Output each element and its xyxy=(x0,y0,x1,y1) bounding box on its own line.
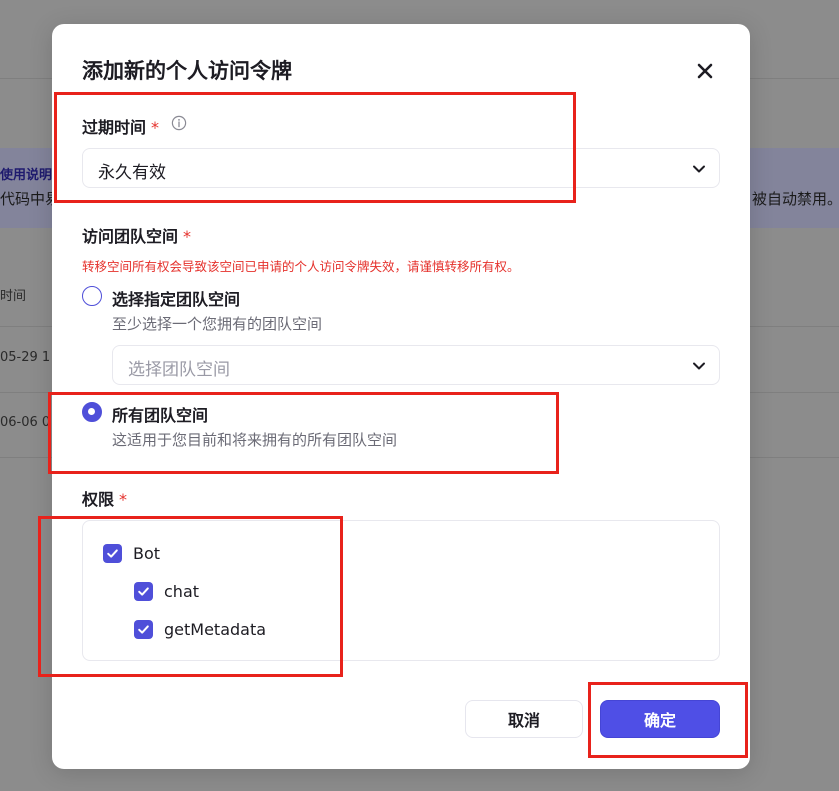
confirm-button[interactable]: 确定 xyxy=(600,700,720,738)
workspace-label-text: 访问团队空间 xyxy=(82,227,179,246)
expiration-label: 过期时间 * xyxy=(82,114,159,138)
required-mark: * xyxy=(119,490,128,509)
radio-specific-workspace-description: 至少选择一个您拥有的团队空间 xyxy=(112,315,323,333)
check-icon xyxy=(107,549,118,558)
ownership-warning: 转移空间所有权会导致该空间已申请的个人访问令牌失效，请谨慎转移所有权。 xyxy=(82,259,520,274)
background-row-time: 05-29 1 xyxy=(0,350,51,365)
background-row-time: 06-06 0 xyxy=(0,415,51,430)
required-mark: * xyxy=(183,227,192,246)
checkbox-getmetadata[interactable] xyxy=(134,620,153,639)
close-button[interactable] xyxy=(692,58,718,84)
radio-specific-workspace[interactable] xyxy=(82,286,102,306)
dialog-title: 添加新的个人访问令牌 xyxy=(82,59,292,83)
checkbox-chat[interactable] xyxy=(134,582,153,601)
radio-specific-workspace-label[interactable]: 选择指定团队空间 xyxy=(112,286,240,310)
permissions-label-text: 权限 xyxy=(82,490,115,509)
checkbox-bot[interactable] xyxy=(103,544,122,563)
background-usage-link: 使用说明 xyxy=(0,168,53,183)
background-column-header: 时间 xyxy=(0,289,27,304)
radio-all-workspaces[interactable] xyxy=(82,402,102,422)
required-mark: * xyxy=(151,118,160,137)
workspace-label: 访问团队空间 * xyxy=(82,223,191,247)
permissions-label: 权限 * xyxy=(82,486,127,510)
checkbox-chat-label[interactable]: chat xyxy=(164,582,199,601)
add-token-dialog: 添加新的个人访问令牌 过期时间 * 永久有效 访问团队空间 * 转移空间所有权会导致… xyxy=(52,24,750,769)
chevron-down-icon xyxy=(693,165,705,173)
background-banner-text-left: 代码中易 xyxy=(0,190,61,208)
radio-all-workspaces-description: 这适用于您目前和将来拥有的所有团队空间 xyxy=(112,431,398,449)
background-banner-text-right: 被自动禁用。 xyxy=(752,190,839,208)
permissions-tree: Bot chat getMetadata xyxy=(82,520,720,661)
info-icon[interactable] xyxy=(171,115,187,131)
checkbox-bot-label[interactable]: Bot xyxy=(133,544,160,563)
expiration-selected-value: 永久有效 xyxy=(98,163,166,183)
close-icon xyxy=(697,63,713,79)
radio-all-workspaces-label[interactable]: 所有团队空间 xyxy=(112,402,208,426)
expiration-label-text: 过期时间 xyxy=(82,118,147,137)
workspace-select-placeholder: 选择团队空间 xyxy=(128,360,230,380)
cancel-button[interactable]: 取消 xyxy=(465,700,583,738)
check-icon xyxy=(138,625,149,634)
checkbox-getmetadata-label[interactable]: getMetadata xyxy=(164,620,266,639)
chevron-down-icon xyxy=(693,362,705,370)
check-icon xyxy=(138,587,149,596)
workspace-select[interactable]: 选择团队空间 xyxy=(112,345,720,385)
expiration-select[interactable]: 永久有效 xyxy=(82,148,720,188)
